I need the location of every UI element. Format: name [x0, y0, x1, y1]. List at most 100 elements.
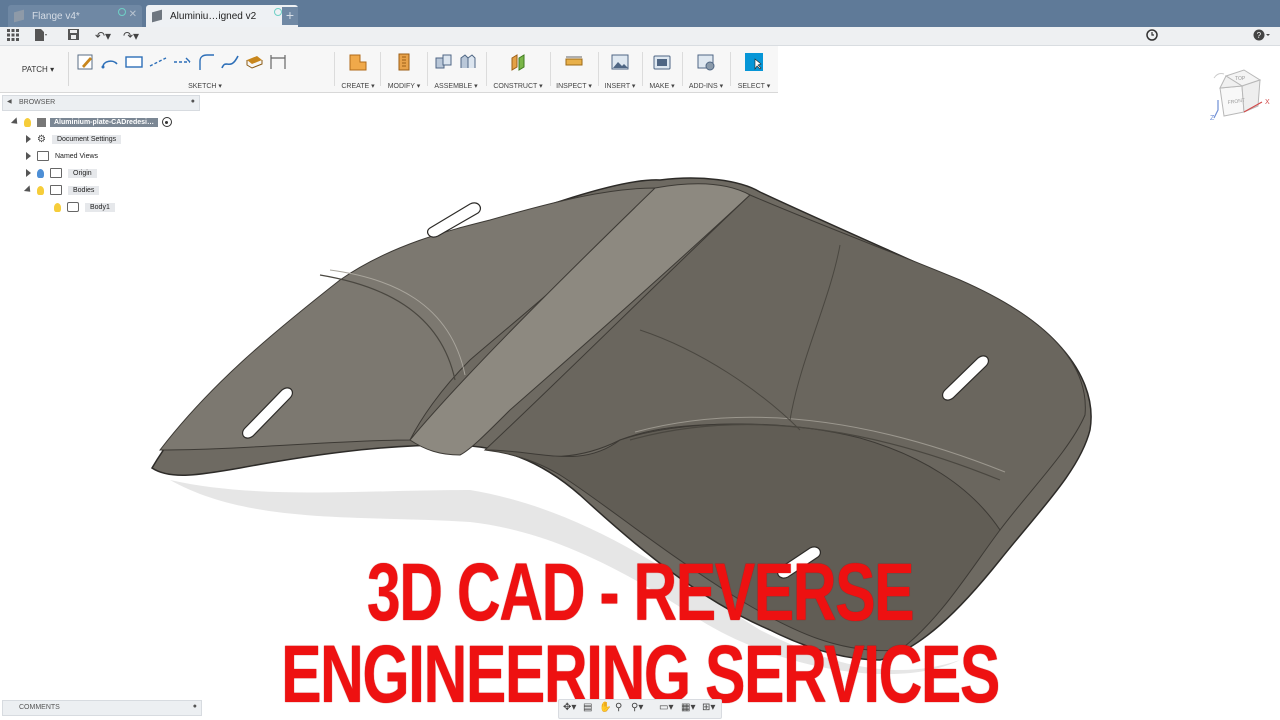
- folder-icon: [37, 151, 49, 161]
- promo-caption: 3D CAD - REVERSE ENGINEERING SERVICES: [281, 547, 1000, 720]
- collapse-triangle-icon[interactable]: [10, 117, 21, 127]
- assemble-group: ASSEMBLE ▾: [431, 49, 481, 91]
- x-axis-label: X: [1265, 99, 1270, 106]
- tree-item-body1[interactable]: Body1: [54, 200, 115, 214]
- undo-icon[interactable]: ↶▾: [95, 29, 111, 43]
- select-cursor-icon[interactable]: [744, 52, 764, 72]
- document-tab-flange[interactable]: Flange v4* ✕: [8, 5, 142, 27]
- file-menu-icon[interactable]: [34, 29, 48, 44]
- pan-icon[interactable]: ✋: [599, 702, 611, 713]
- insert-menu[interactable]: INSERT ▾: [602, 82, 638, 90]
- inspect-group: INSPECT ▾: [554, 49, 594, 91]
- viewcube-top-label[interactable]: TOP: [1235, 76, 1246, 82]
- new-component-icon[interactable]: [434, 52, 454, 72]
- job-status-clock-icon[interactable]: [1146, 29, 1158, 44]
- activate-radio-icon[interactable]: [161, 117, 172, 127]
- patch-create-icon[interactable]: [348, 52, 368, 72]
- expand-triangle-icon[interactable]: [26, 152, 31, 160]
- save-icon[interactable]: [68, 29, 80, 44]
- zoom-icon[interactable]: ⚲: [615, 702, 622, 713]
- browser-panel-header[interactable]: ◀ BROWSER ●: [2, 95, 200, 111]
- offset-plane-icon[interactable]: [508, 52, 528, 72]
- add-ins-group: ADD-INS ▾: [686, 49, 726, 91]
- comments-pin-icon[interactable]: ●: [193, 703, 197, 710]
- tree-item-label: Document Settings: [51, 134, 122, 144]
- document-tab-aluminium[interactable]: Aluminiu…igned v2 ✕: [146, 5, 298, 27]
- sketch-menu[interactable]: SKETCH ▾: [76, 82, 334, 90]
- root-component-label: Aluminium-plate-CADredesi…: [50, 117, 158, 127]
- tab-label: Aluminiu…igned v2: [170, 10, 257, 22]
- browser-pin-icon[interactable]: ●: [191, 98, 195, 105]
- spline-icon[interactable]: [220, 52, 240, 72]
- viewcube[interactable]: TOP FRONT Z X: [1208, 66, 1274, 124]
- fit-icon[interactable]: ⚲▾: [631, 702, 643, 713]
- new-tab-button[interactable]: +: [282, 7, 298, 25]
- viewports-icon[interactable]: ⊞▾: [702, 702, 715, 713]
- line-icon[interactable]: [100, 52, 120, 72]
- tree-item-origin[interactable]: Origin: [26, 166, 97, 180]
- grid-settings-icon[interactable]: ▦▾: [681, 702, 695, 713]
- display-settings-icon[interactable]: ▭▾: [659, 702, 673, 713]
- joint-icon[interactable]: [458, 52, 478, 72]
- 3d-print-icon[interactable]: [652, 52, 672, 72]
- select-menu[interactable]: SELECT ▾: [734, 82, 774, 90]
- ribbon-divider: [598, 52, 599, 86]
- visibility-bulb-icon[interactable]: [37, 168, 44, 178]
- unsaved-indicator-icon: [118, 8, 126, 16]
- tree-item-document-settings[interactable]: ⚙ Document Settings: [26, 132, 122, 146]
- make-menu[interactable]: MAKE ▾: [646, 82, 678, 90]
- quick-access-toolbar: ↶▾ ↷▾ ?: [0, 27, 1280, 46]
- modify-icon[interactable]: [394, 52, 414, 72]
- orbit-icon[interactable]: ✥▾: [563, 702, 576, 713]
- add-ins-menu[interactable]: ADD-INS ▾: [686, 82, 726, 90]
- expand-triangle-icon[interactable]: [26, 169, 31, 177]
- insert-image-icon[interactable]: [610, 52, 630, 72]
- z-axis-label: Z: [1210, 115, 1215, 122]
- select-group: SELECT ▾: [734, 49, 774, 91]
- ribbon-divider: [682, 52, 683, 86]
- visibility-bulb-icon[interactable]: [54, 202, 61, 212]
- insert-group: INSERT ▾: [602, 49, 638, 91]
- inspect-menu[interactable]: INSPECT ▾: [554, 82, 594, 90]
- fillet-sketch-icon[interactable]: [196, 52, 216, 72]
- sketch-group: SKETCH ▾: [76, 49, 334, 91]
- create-menu[interactable]: CREATE ▾: [338, 82, 378, 90]
- visibility-bulb-icon[interactable]: [24, 117, 31, 127]
- app-grid-icon[interactable]: [7, 29, 19, 44]
- gear-icon: ⚙: [37, 133, 46, 145]
- workspace-switcher[interactable]: PATCH ▾: [8, 52, 69, 86]
- tree-root[interactable]: Aluminium-plate-CADredesi…: [10, 115, 172, 129]
- extend-icon[interactable]: [172, 52, 192, 72]
- help-icon[interactable]: ?: [1253, 29, 1271, 44]
- visibility-bulb-icon[interactable]: [37, 185, 44, 195]
- construct-group: CONSTRUCT ▾: [490, 49, 546, 91]
- measure-icon[interactable]: [564, 52, 584, 72]
- tree-item-label: Origin: [68, 168, 97, 178]
- svg-text:?: ?: [1257, 31, 1262, 40]
- look-at-icon[interactable]: ▤: [583, 702, 592, 713]
- collapse-triangle-icon[interactable]: [23, 185, 34, 195]
- sketch-dimension-icon[interactable]: [268, 52, 288, 72]
- assemble-menu[interactable]: ASSEMBLE ▾: [431, 82, 481, 90]
- folder-icon: [50, 185, 62, 195]
- modify-menu[interactable]: MODIFY ▾: [384, 82, 424, 90]
- scripts-and-add-ins-icon[interactable]: [696, 52, 716, 72]
- ribbon-toolbar: PATCH ▾ SKETCH ▾ CREATE ▾ MODIFY ▾ ASSEM…: [0, 46, 778, 93]
- home-view-icon[interactable]: [1213, 73, 1225, 79]
- collapse-browser-icon[interactable]: ◀: [7, 98, 12, 105]
- tree-item-label: Bodies: [68, 185, 100, 195]
- construct-menu[interactable]: CONSTRUCT ▾: [490, 82, 546, 90]
- trim-icon[interactable]: [148, 52, 168, 72]
- expand-triangle-icon[interactable]: [26, 135, 31, 143]
- close-tab-icon[interactable]: ✕: [129, 9, 137, 20]
- tree-item-bodies[interactable]: Bodies: [23, 183, 100, 197]
- create-sketch-icon[interactable]: [76, 52, 96, 72]
- ribbon-divider: [550, 52, 551, 86]
- project-icon[interactable]: [244, 52, 264, 72]
- tree-item-named-views[interactable]: Named Views: [26, 149, 98, 163]
- rectangle-icon[interactable]: [124, 52, 144, 72]
- comments-panel-header[interactable]: COMMENTS ●: [2, 700, 202, 716]
- redo-icon[interactable]: ↷▾: [123, 29, 139, 43]
- ribbon-divider: [334, 52, 335, 86]
- component-icon: [37, 117, 46, 127]
